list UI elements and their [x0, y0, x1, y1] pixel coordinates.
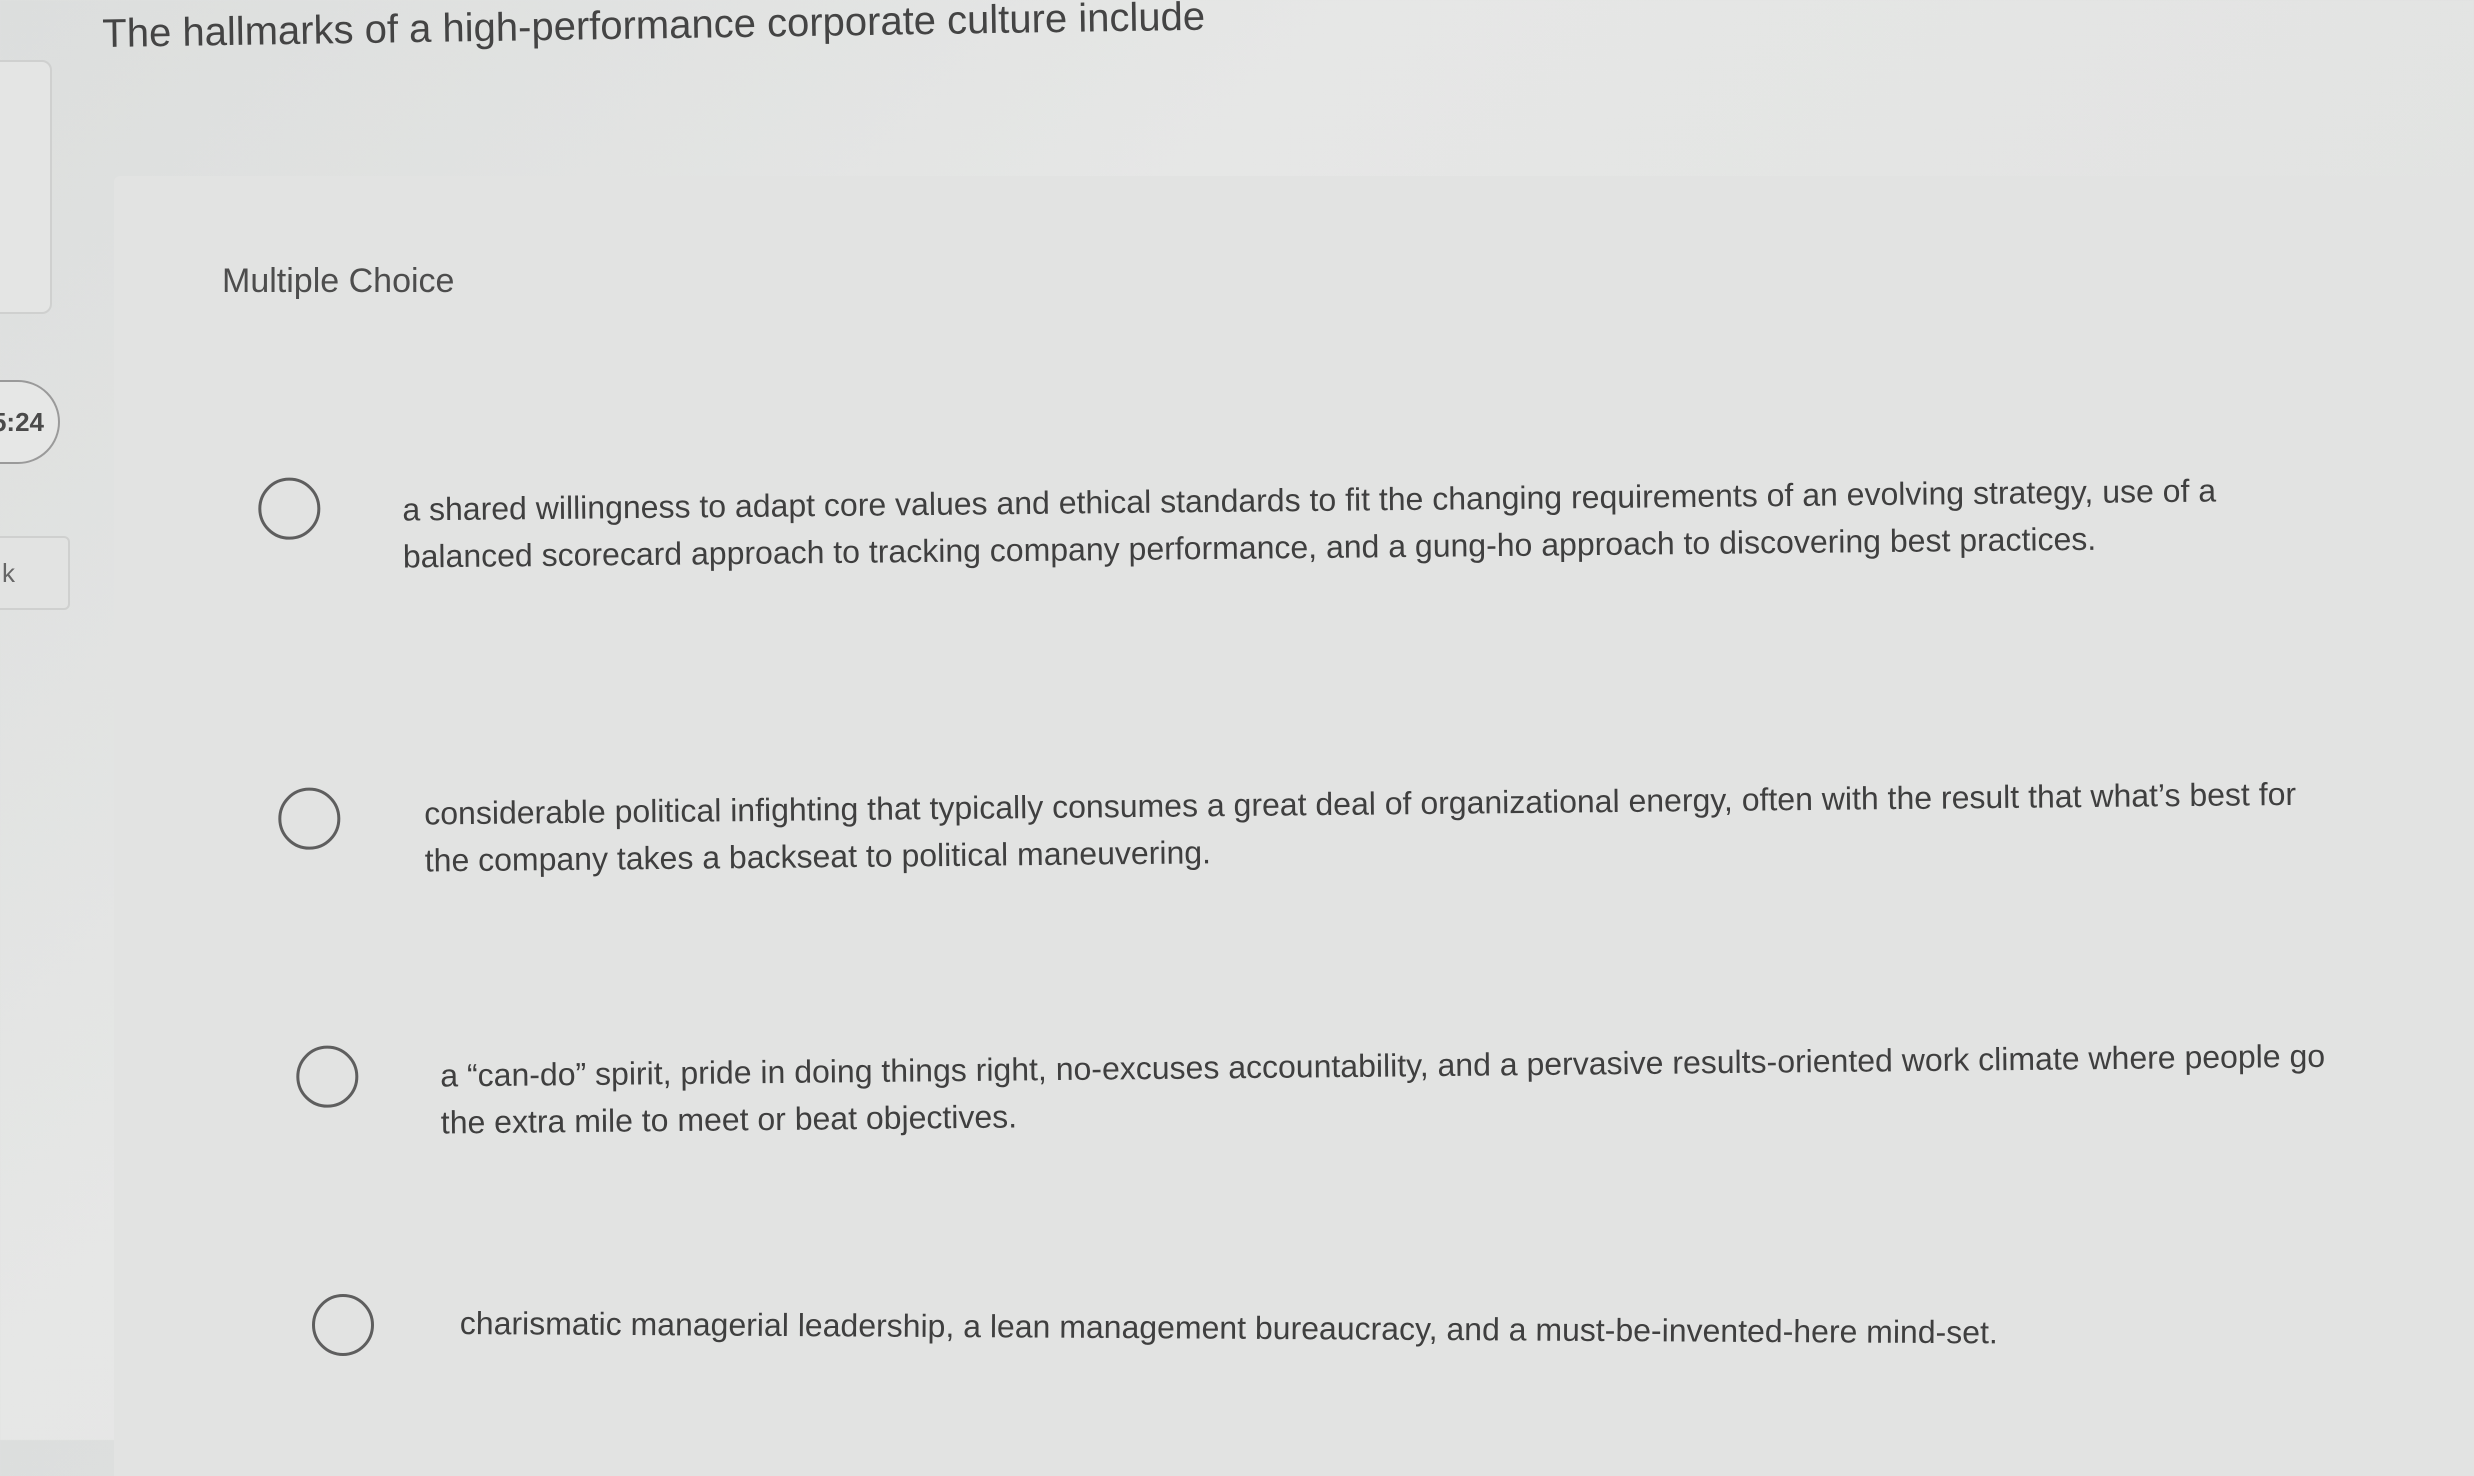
timer-text: 5:24: [0, 406, 44, 437]
radio-button[interactable]: [312, 1294, 374, 1356]
side-nav-button[interactable]: k: [0, 536, 70, 610]
timer-badge: 5:24: [0, 380, 60, 464]
radio-button[interactable]: [296, 1045, 359, 1108]
answer-option-4[interactable]: charismatic managerial leadership, a lea…: [312, 1294, 2372, 1356]
question-type-label: Multiple Choice: [222, 262, 455, 300]
answer-option-text: considerable political infighting that t…: [424, 775, 2297, 879]
side-nav-button-label: k: [2, 557, 15, 588]
answer-option-text: a shared willingness to adapt core value…: [402, 472, 2217, 575]
question-prompt: The hallmarks of a high-performance corp…: [102, 0, 1206, 56]
radio-button[interactable]: [278, 787, 341, 850]
answer-option-text: charismatic managerial leadership, a lea…: [459, 1304, 1998, 1351]
side-panel: [0, 60, 52, 314]
answer-option-1[interactable]: a shared willingness to adapt core value…: [258, 456, 2319, 582]
radio-button[interactable]: [258, 477, 321, 540]
answer-option-text: a “can-do” spirit, pride in doing things…: [440, 1037, 2326, 1141]
answer-option-3[interactable]: a “can-do” spirit, pride in doing things…: [296, 1024, 2357, 1148]
